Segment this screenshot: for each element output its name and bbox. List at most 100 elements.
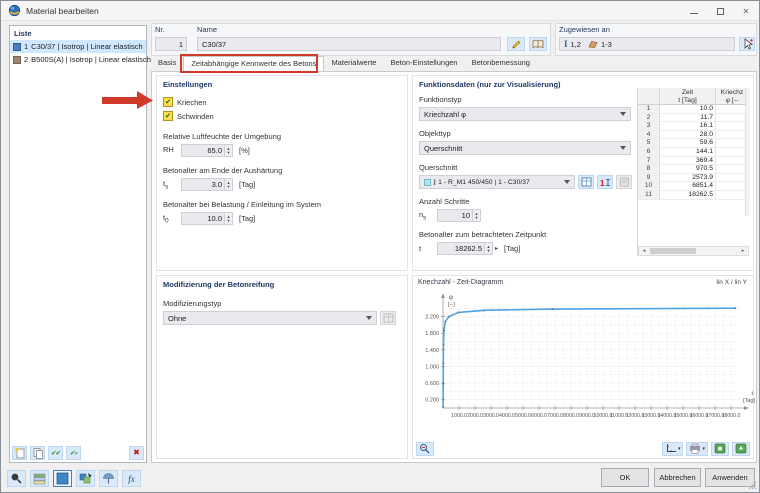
modifizierungstyp-select[interactable]: Ohne: [163, 311, 377, 325]
tab-materialwerte[interactable]: Materialwerte: [324, 56, 383, 71]
rendering-button[interactable]: [99, 470, 118, 487]
table-vertical-scrollbar[interactable]: [745, 88, 750, 216]
objekttyp-select[interactable]: Querschnitt: [419, 141, 631, 155]
chart-print-button[interactable]: ▾: [686, 441, 708, 456]
age-input[interactable]: 18262.5 ▴ ▾: [437, 242, 493, 255]
section-einstellungen: Einstellungen ✔ Kriechen ✔ Schwinden Rel…: [156, 75, 408, 271]
steps-value: 10: [461, 211, 470, 220]
material-color-button[interactable]: [53, 470, 72, 487]
minimize-button[interactable]: [681, 1, 707, 21]
modifizierungstyp-value: Ohne: [168, 313, 187, 323]
shrinkage-label: Schwinden: [177, 111, 214, 121]
humidity-input[interactable]: 65.0 ▴ ▾: [181, 144, 233, 157]
name-field[interactable]: C30/37: [197, 37, 501, 51]
delete-material-button[interactable]: ✖: [129, 445, 144, 460]
age-symbol: t: [419, 244, 422, 253]
chart-axes-settings-button[interactable]: ▾: [661, 441, 684, 456]
table-row[interactable]: 2 11.7: [638, 113, 749, 123]
table-row[interactable]: 10 6851.4: [638, 182, 749, 191]
row-number-cell: 8: [638, 165, 660, 173]
tab-betonbemessung[interactable]: Betonbemessung: [465, 56, 537, 71]
tab-basis[interactable]: Basis: [151, 56, 183, 71]
chart-export-image-button[interactable]: [711, 441, 729, 456]
material-library-button[interactable]: [529, 37, 547, 51]
table-icon: [383, 313, 393, 323]
section-info-button[interactable]: [616, 175, 632, 189]
spinner[interactable]: ▴ ▾: [224, 179, 232, 190]
ok-button[interactable]: OK: [601, 468, 649, 487]
minimize-icon: [690, 12, 698, 14]
list-item-label: B500S(A) | Isotrop | Linear elastisch: [31, 55, 151, 64]
svg-text:2.200: 2.200: [425, 315, 439, 321]
spinner[interactable]: ▴ ▾: [472, 210, 480, 221]
nr-field[interactable]: 1: [155, 37, 187, 51]
resize-grip[interactable]: [747, 480, 757, 490]
apply-selection-button[interactable]: ✔»: [66, 445, 81, 460]
table-row[interactable]: 4 28.0: [638, 130, 749, 140]
color-scale-button[interactable]: [30, 470, 49, 487]
select-objects-button[interactable]: [739, 37, 755, 51]
magnifier-dark-icon: [11, 473, 22, 484]
surfaces-icon: [588, 40, 598, 48]
svg-text:0.600: 0.600: [425, 381, 439, 387]
table-row[interactable]: 5 59.6: [638, 139, 749, 148]
shrinkage-checkbox[interactable]: ✔: [163, 111, 173, 121]
scroll-left-icon[interactable]: ◂: [639, 248, 649, 254]
scrollbar-thumb[interactable]: [650, 248, 696, 254]
scroll-right-icon[interactable]: ▸: [738, 248, 748, 254]
tab-beton-einstellungen[interactable]: Beton-Einstellungen: [383, 56, 464, 71]
maximize-button[interactable]: [707, 1, 733, 21]
check-icon: ✔: [165, 112, 171, 120]
section-library-button[interactable]: [578, 175, 594, 189]
cancel-button[interactable]: Abbrechen: [654, 468, 701, 487]
svg-text:[--]: [--]: [448, 302, 455, 308]
querschnitt-select[interactable]: I 1 - R_M1 450/450 | 1 - C30/37: [419, 175, 575, 189]
select-all-button[interactable]: ✔✔: [48, 445, 63, 460]
steps-input[interactable]: 10 ▴ ▾: [437, 209, 481, 222]
table-row[interactable]: 11 18262.5: [638, 190, 749, 200]
table-row[interactable]: 7 369.4: [638, 156, 749, 166]
table-row[interactable]: 1 10.0: [638, 105, 749, 114]
table-row[interactable]: 3 16.1: [638, 122, 749, 131]
copy-material-button[interactable]: [30, 445, 45, 460]
new-material-button[interactable]: [12, 445, 27, 460]
zeit-column-header: Zeit t [Tag]: [660, 88, 716, 104]
function-button[interactable]: fx: [122, 470, 141, 487]
table-row[interactable]: 8 970.5: [638, 165, 749, 174]
curing-age-input[interactable]: 3.0 ▴ ▾: [181, 178, 233, 191]
zeit-cell: 16.1: [660, 122, 716, 130]
table-horizontal-scrollbar[interactable]: ◂ ▸: [638, 246, 749, 256]
funktionstyp-select[interactable]: Kriechzahl φ: [419, 107, 631, 121]
assign-color-button[interactable]: [76, 470, 95, 487]
loading-age-unit: [Tag]: [239, 214, 256, 223]
copy-image-icon: [735, 443, 747, 454]
play-button[interactable]: ▸: [495, 245, 498, 252]
assigned-field[interactable]: I 1,2 1-3: [559, 37, 735, 51]
spinner[interactable]: ▴ ▾: [484, 243, 492, 254]
color-box-icon: [56, 472, 69, 485]
chart-zoom-button[interactable]: [416, 441, 434, 456]
svg-text:7000.0: 7000.0: [547, 413, 563, 419]
loading-age-label: Betonalter bei Belastung / Einleitung im…: [163, 200, 322, 209]
zeit-cell: 59.6: [660, 139, 716, 147]
section-chart: Kriechzahl - Zeit-Diagramm lin X / lin Y…: [412, 275, 755, 459]
table-row[interactable]: 6 144.1: [638, 147, 749, 157]
zeit-cell: 369.4: [660, 156, 716, 165]
modification-table-button[interactable]: [380, 311, 396, 325]
spinner[interactable]: ▴ ▾: [224, 213, 232, 224]
steps-symbol: ns: [419, 209, 427, 222]
row-number-cell: 3: [638, 122, 660, 130]
spinner[interactable]: ▴ ▾: [224, 145, 232, 156]
chart-copy-image-button[interactable]: [732, 441, 750, 456]
filter-button[interactable]: [7, 470, 26, 487]
table-row[interactable]: 9 2573.9: [638, 173, 749, 183]
list-item-b500s[interactable]: 2 B500S(A) | Isotrop | Linear elastisch: [10, 53, 151, 66]
creep-checkbox[interactable]: ✔: [163, 97, 173, 107]
close-button[interactable]: ✕: [733, 1, 759, 21]
rename-button[interactable]: [507, 37, 525, 51]
loading-age-input[interactable]: 10.0 ▴ ▾: [181, 212, 233, 225]
dialog-tools-toolbar: fx: [7, 470, 141, 487]
edit-section-button[interactable]: 1: [597, 175, 613, 189]
caret-down-icon: ▾: [677, 445, 681, 452]
list-item-c30-37[interactable]: 1 C30/37 | Isotrop | Linear elastisch: [10, 40, 146, 53]
